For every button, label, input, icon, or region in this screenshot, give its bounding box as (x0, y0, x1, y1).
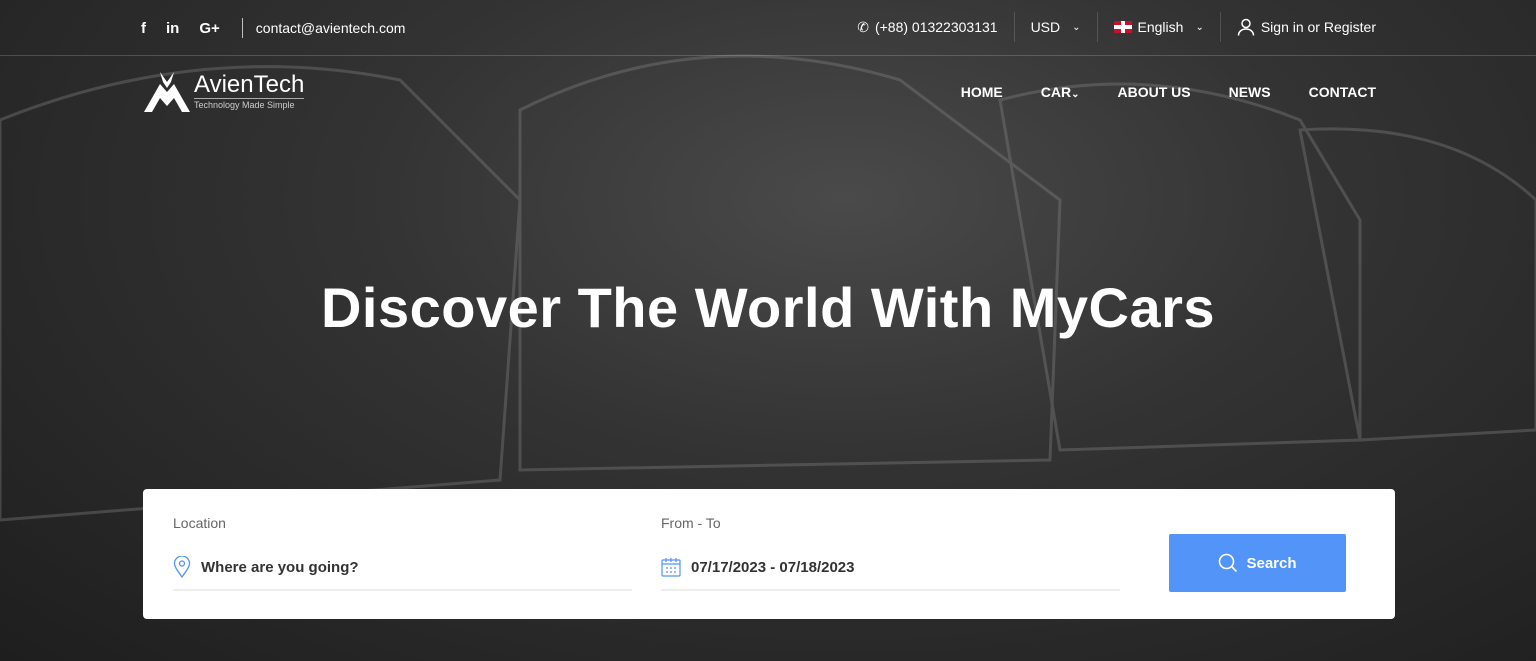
search-button[interactable]: Search (1169, 534, 1346, 592)
language-select[interactable]: English ⌄ (1113, 19, 1204, 35)
search-icon (1219, 553, 1238, 573)
logo-tagline: Technology Made Simple (194, 98, 305, 110)
date-range-field[interactable]: From - To 07/17/2023 - 07/18/2023 (661, 515, 1120, 591)
language-value: English (1137, 19, 1184, 35)
logo-mark-icon (144, 72, 190, 112)
user-icon (1237, 18, 1255, 36)
logo-name: AvienTech (194, 71, 305, 98)
search-form: Location Where are you going? From - To … (143, 489, 1395, 619)
calendar-icon (661, 558, 681, 577)
divider (1013, 12, 1015, 42)
logo[interactable]: AvienTech Technology Made Simple (144, 71, 305, 112)
uk-flag-icon (1113, 21, 1132, 33)
signin-label: Sign in or Register (1260, 19, 1376, 35)
contact-email[interactable]: contact@avientech.com (256, 20, 406, 36)
signin-link[interactable]: Sign in or Register (1237, 18, 1376, 36)
top-bar: f in G+ contact@avientech.com ✆ (+88) 013… (0, 0, 1536, 56)
currency-select[interactable]: USD ⌄ (1031, 19, 1081, 35)
facebook-icon[interactable]: f (141, 20, 146, 37)
google-plus-icon[interactable]: G+ (199, 20, 219, 37)
chevron-down-icon: ⌄ (1072, 21, 1081, 33)
divider (1096, 12, 1098, 42)
location-label: Location (173, 515, 226, 531)
nav-home[interactable]: HOME (961, 84, 1003, 100)
dates-input[interactable]: 07/17/2023 - 07/18/2023 (691, 559, 854, 576)
divider (241, 18, 243, 38)
chevron-down-icon: ⌄ (1195, 21, 1204, 33)
location-field[interactable]: Location Where are you going? (173, 515, 632, 591)
currency-value: USD (1030, 19, 1061, 35)
hero-title: Discover The World With MyCars (320, 276, 1216, 339)
main-nav: HOME CAR⌄ ABOUT US NEWS CONTACT (961, 84, 1376, 100)
nav-contact[interactable]: CONTACT (1309, 84, 1376, 100)
nav-car[interactable]: CAR⌄ (1041, 84, 1080, 100)
linkedin-icon[interactable]: in (166, 20, 179, 37)
phone-icon: ✆ (857, 18, 869, 35)
phone-number: (+88) 01322303131 (874, 19, 998, 35)
chevron-down-icon: ⌄ (1071, 89, 1080, 100)
divider (1219, 12, 1221, 42)
nav-about-us[interactable]: ABOUT US (1117, 84, 1190, 100)
search-button-label: Search (1246, 554, 1297, 572)
map-pin-icon (173, 556, 191, 578)
phone: ✆ (+88) 01322303131 (857, 19, 997, 36)
dates-label: From - To (661, 515, 721, 531)
location-input[interactable]: Where are you going? (201, 559, 359, 576)
nav-news[interactable]: NEWS (1229, 84, 1271, 100)
nav-car-label: CAR (1040, 84, 1072, 100)
